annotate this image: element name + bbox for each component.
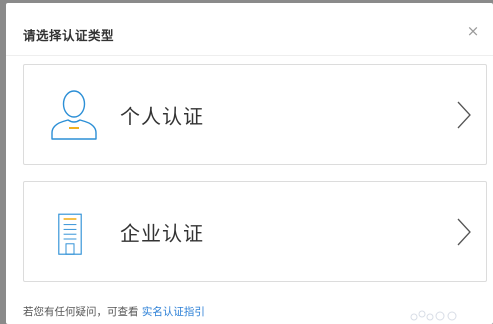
auth-type-dialog: 请选择认证类型 × 个人认证 企业认证 若您有任何疑问，可查看 实名认证指引 [6,3,493,324]
help-footer: 若您有任何疑问，可查看 实名认证指引 [23,304,205,319]
chevron-right-icon [457,218,471,245]
personal-auth-option[interactable]: 个人认证 [23,64,487,165]
enterprise-auth-label: 企业认证 [120,221,204,245]
help-text: 若您有任何疑问，可查看 [23,306,139,318]
user-profile-icon [51,90,97,140]
dialog-title: 请选择认证类型 [23,28,115,43]
chevron-right-icon [457,101,471,128]
enterprise-auth-option[interactable]: 企业认证 [23,181,487,282]
real-name-guide-link[interactable]: 实名认证指引 [142,306,205,318]
watermark-logo [410,310,457,321]
close-icon[interactable]: × [465,23,481,39]
header-divider [6,55,493,56]
personal-auth-label: 个人认证 [120,104,204,128]
building-icon [58,213,82,255]
